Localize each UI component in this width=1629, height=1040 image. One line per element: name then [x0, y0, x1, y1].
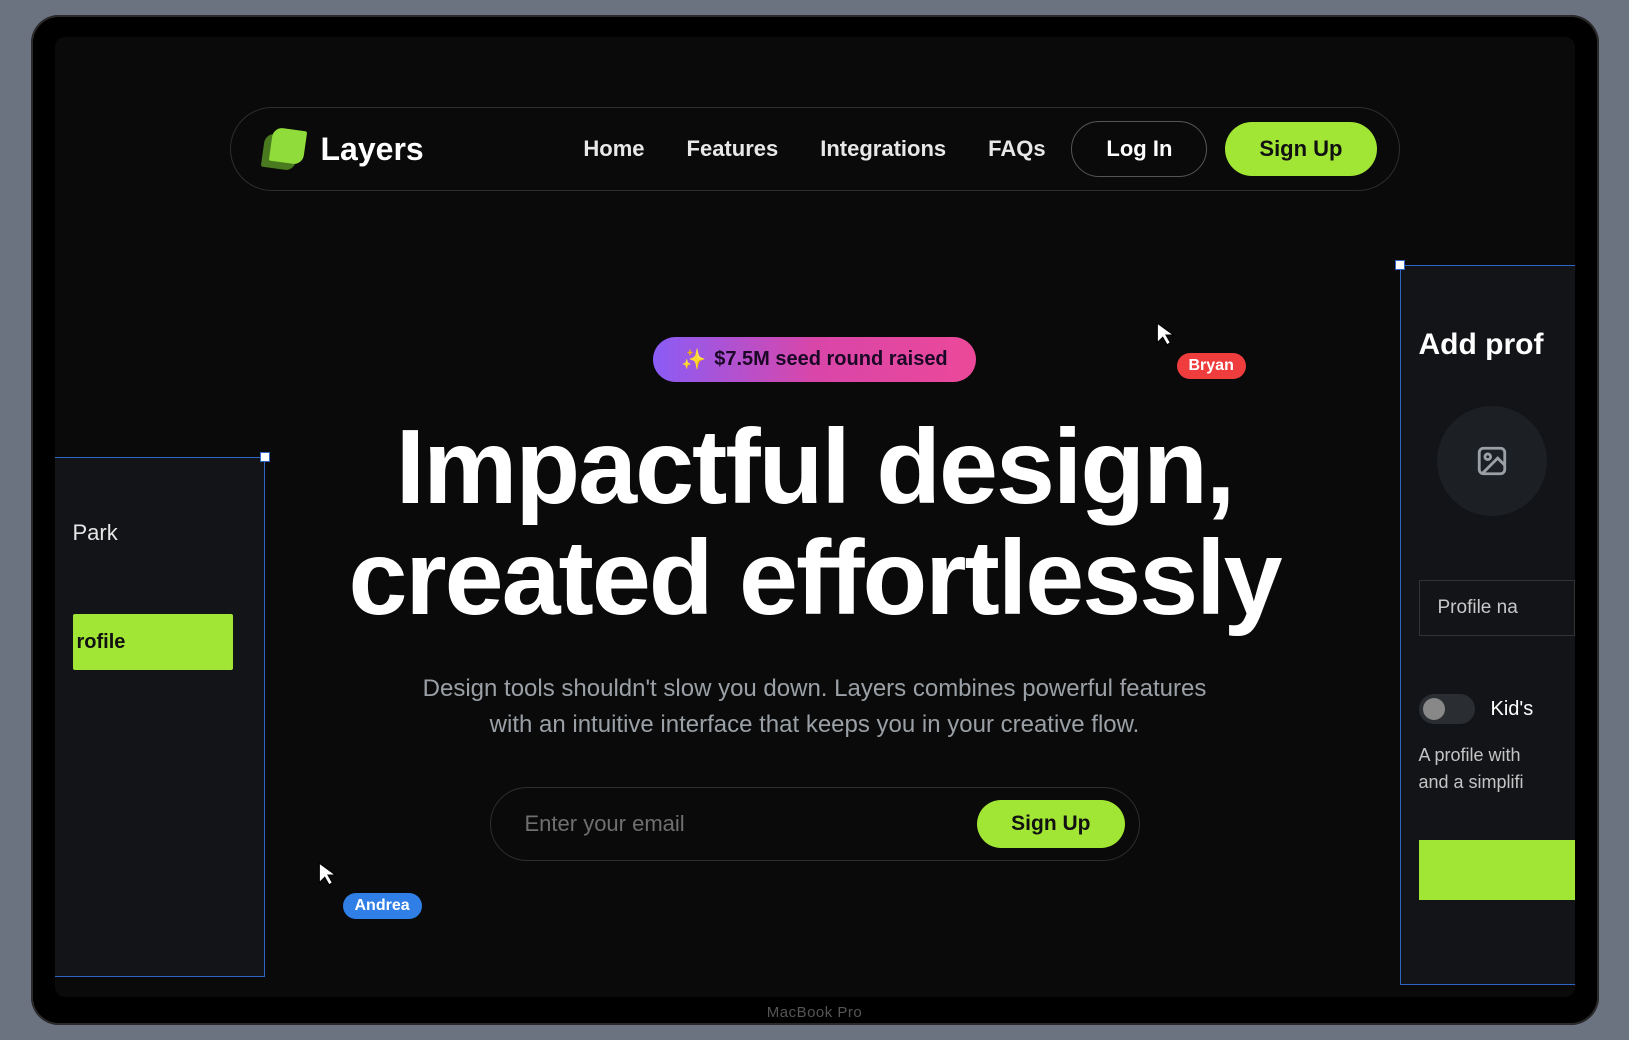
cursor-label: Bryan	[1177, 353, 1246, 379]
cursor-icon	[1155, 321, 1177, 347]
screen: Layers Home Features Integrations FAQs L…	[55, 37, 1575, 997]
logo-icon	[259, 127, 307, 171]
artboard-left[interactable]: Park rofile	[55, 457, 265, 977]
kids-toggle[interactable]	[1419, 694, 1475, 724]
right-panel-cta-button[interactable]	[1419, 840, 1575, 900]
left-panel-button-fragment[interactable]: rofile	[73, 614, 233, 670]
profile-name-field[interactable]: Profile na	[1419, 580, 1575, 636]
email-signup-button[interactable]: Sign Up	[977, 800, 1124, 848]
brand-name: Layers	[321, 131, 424, 168]
collaborator-cursor-bryan: Bryan	[1155, 321, 1246, 379]
image-upload-placeholder[interactable]	[1437, 406, 1547, 516]
toggle-label: Kid's	[1491, 698, 1534, 721]
nav-link-features[interactable]: Features	[687, 136, 779, 162]
signup-button[interactable]: Sign Up	[1225, 122, 1376, 176]
navbar: Layers Home Features Integrations FAQs L…	[230, 107, 1400, 191]
sparkle-icon: ✨	[681, 347, 706, 372]
left-panel-name-fragment: Park	[73, 520, 246, 546]
right-panel-title: Add prof	[1419, 328, 1575, 362]
cursor-icon	[317, 861, 339, 887]
collaborator-cursor-andrea: Andrea	[317, 861, 422, 919]
artboard-right[interactable]: Add prof Profile na Kid's A profile with…	[1400, 265, 1575, 985]
selection-handle-icon[interactable]	[260, 452, 270, 462]
hardware-label: MacBook Pro	[767, 1004, 863, 1021]
nav-links: Home Features Integrations FAQs	[583, 136, 1045, 162]
image-icon	[1475, 444, 1509, 478]
laptop-frame: Layers Home Features Integrations FAQs L…	[31, 15, 1599, 1025]
nav-actions: Log In Sign Up	[1071, 121, 1376, 177]
selection-handle-icon[interactable]	[1395, 260, 1405, 270]
hero: ✨ $7.5M seed round raised Impactful desi…	[55, 337, 1575, 861]
hero-title: Impactful design, created effortlessly	[348, 412, 1280, 635]
kids-toggle-row: Kid's	[1419, 694, 1575, 724]
nav-link-faqs[interactable]: FAQs	[988, 136, 1045, 162]
login-button[interactable]: Log In	[1071, 121, 1207, 177]
cursor-label: Andrea	[343, 893, 422, 919]
email-form: Sign Up	[490, 787, 1140, 861]
brand[interactable]: Layers	[259, 127, 424, 171]
hero-subtitle: Design tools shouldn't slow you down. La…	[405, 671, 1225, 743]
right-panel-description: A profile with and a simplifi	[1419, 742, 1575, 796]
nav-link-home[interactable]: Home	[583, 136, 644, 162]
field-placeholder: Profile na	[1438, 597, 1518, 619]
hero-title-line2: created effortlessly	[348, 519, 1280, 637]
nav-link-integrations[interactable]: Integrations	[820, 136, 946, 162]
pill-text: $7.5M seed round raised	[714, 348, 947, 371]
announcement-pill[interactable]: ✨ $7.5M seed round raised	[653, 337, 975, 382]
email-input[interactable]	[525, 811, 958, 837]
hero-title-line1: Impactful design,	[396, 408, 1234, 526]
